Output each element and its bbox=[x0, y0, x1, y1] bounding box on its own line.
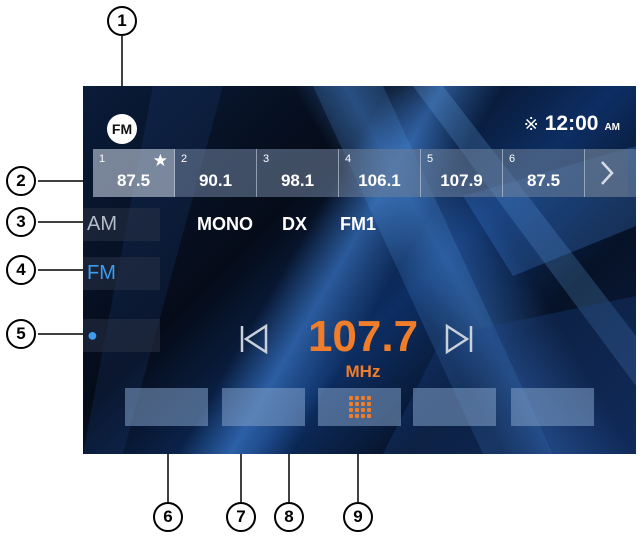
preset-number: 3 bbox=[263, 153, 270, 165]
preset-frequency: 90.1 bbox=[198, 171, 233, 190]
preset-number: 5 bbox=[427, 153, 434, 165]
preset-bar: 1 ★ 87.5 2 90.1 3 98.1 4 106.1 5 107.9 6… bbox=[93, 149, 636, 197]
bluetooth-icon: ● bbox=[87, 325, 98, 345]
callout-5: 5 bbox=[6, 319, 36, 349]
star-icon: ★ bbox=[152, 151, 168, 170]
frequency-unit: MHz bbox=[345, 362, 381, 381]
preset-number: 4 bbox=[345, 153, 352, 165]
bluetooth-source-button[interactable]: ● bbox=[83, 319, 160, 352]
callout-9: 9 bbox=[343, 502, 373, 532]
callout-3: 3 bbox=[6, 207, 36, 237]
callout-7: 7 bbox=[226, 502, 256, 532]
preset-frequency: 107.9 bbox=[440, 171, 483, 190]
seek-back-icon[interactable] bbox=[238, 323, 270, 355]
mono-indicator: MONO bbox=[197, 214, 253, 234]
preset-6[interactable]: 6 87.5 bbox=[503, 149, 585, 197]
softkey-4[interactable] bbox=[413, 388, 496, 426]
preset-4[interactable]: 4 106.1 bbox=[339, 149, 421, 197]
clock-ampm: AM bbox=[604, 122, 620, 133]
preset-frequency: 106.1 bbox=[358, 171, 401, 190]
preset-3[interactable]: 3 98.1 bbox=[257, 149, 339, 197]
clock: 12:00 bbox=[544, 112, 599, 135]
fm-source-badge: FM bbox=[107, 114, 137, 144]
status-bar: ※ 12:00 AM bbox=[524, 112, 620, 136]
preset-frequency: 87.5 bbox=[116, 171, 151, 190]
next-presets-button[interactable] bbox=[585, 149, 628, 197]
dx-indicator: DX bbox=[282, 214, 308, 234]
fm-band-button[interactable]: FM bbox=[83, 257, 160, 290]
keypad-icon bbox=[348, 396, 371, 418]
preset-2[interactable]: 2 90.1 bbox=[175, 149, 257, 197]
preset-5[interactable]: 5 107.9 bbox=[421, 149, 503, 197]
radio-screen: FM ※ 12:00 AM 1 ★ 87.5 2 90.1 3 98.1 4 1… bbox=[83, 86, 636, 454]
fm1-indicator: FM1 bbox=[340, 214, 376, 234]
preset-frequency: 87.5 bbox=[526, 171, 561, 190]
preset-1[interactable]: 1 ★ 87.5 bbox=[93, 149, 175, 197]
preset-number: 6 bbox=[509, 153, 516, 165]
am-band-button[interactable]: AM bbox=[83, 208, 160, 241]
preset-number: 1 bbox=[99, 153, 106, 165]
direct-tune-button[interactable] bbox=[318, 388, 401, 426]
callout-8: 8 bbox=[274, 502, 304, 532]
softkey-5[interactable] bbox=[511, 388, 594, 426]
softkey-8[interactable] bbox=[222, 388, 305, 426]
tuned-frequency: 107.7 bbox=[307, 312, 419, 361]
callout-4: 4 bbox=[6, 255, 36, 285]
preset-frequency: 98.1 bbox=[280, 171, 315, 190]
chevron-right-icon bbox=[600, 161, 614, 185]
callout-1: 1 bbox=[107, 6, 137, 36]
softkey-6[interactable] bbox=[125, 388, 208, 426]
preset-number: 2 bbox=[181, 153, 188, 165]
seek-forward-icon[interactable] bbox=[443, 323, 475, 355]
bluetooth-icon: ※ bbox=[523, 114, 539, 134]
callout-2: 2 bbox=[6, 166, 36, 196]
callout-6: 6 bbox=[153, 502, 183, 532]
